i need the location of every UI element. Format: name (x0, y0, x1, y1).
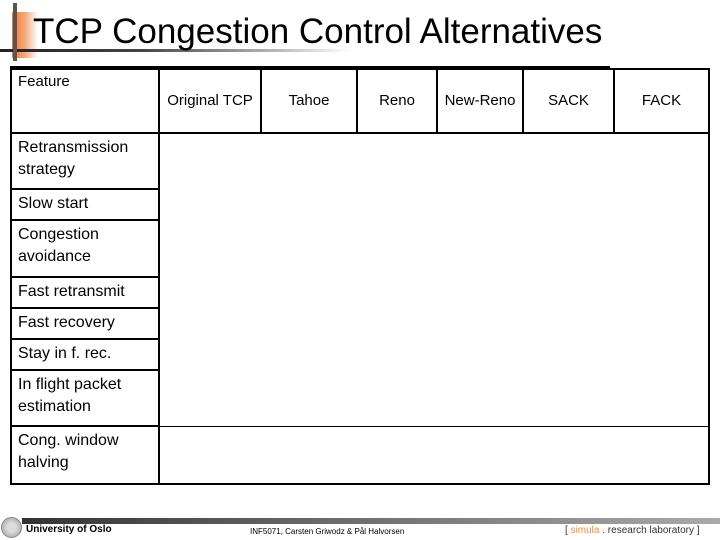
lab-rest: . research laboratory ] (599, 525, 700, 536)
footer-lab-logo: [ simula . research laboratory ] (565, 525, 700, 536)
column-header-sack: SACK (548, 92, 589, 109)
slide-title: TCP Congestion Control Alternatives (33, 12, 603, 51)
row-label-in-flight-packet-estimation: In flight packet estimation (12, 374, 121, 418)
row-separator (10, 219, 160, 221)
row-label-stay-in-fast-recovery: Stay in f. rec. (18, 345, 112, 362)
footer-university: University of Oslo (26, 524, 112, 535)
column-header-new-reno: New-Reno (444, 92, 516, 109)
row-label-line: strategy (18, 161, 75, 178)
lab-brand: simula (570, 525, 600, 536)
row-separator (10, 425, 160, 427)
title-vertical-bar (13, 3, 17, 61)
corner-label: Feature (18, 73, 70, 90)
table-bottom-border (10, 483, 710, 485)
last-row-separator (158, 426, 710, 427)
row-label-fast-recovery: Fast recovery (18, 314, 115, 331)
column-header-fack: FACK (641, 92, 682, 109)
row-label-line: estimation (18, 398, 91, 415)
row-label-retransmission-strategy: Retransmission strategy (12, 137, 128, 181)
footer-credit: INF5071, Carsten Griwodz & Pål Halvorsen (250, 527, 405, 536)
row-label-slow-start: Slow start (18, 195, 89, 212)
row-label-line: halving (18, 454, 69, 471)
column-header-tahoe: Tahoe (288, 92, 330, 109)
column-header-reno: Reno (379, 92, 415, 109)
row-label-line: In flight packet (18, 376, 122, 393)
row-label-fast-retransmit: Fast retransmit (18, 283, 125, 300)
row-separator (10, 307, 160, 309)
column-header-original-tcp: Original TCP (167, 92, 253, 109)
row-separator (10, 188, 160, 190)
table-right-border (708, 68, 710, 485)
university-seal-icon (1, 517, 22, 538)
row-label-congestion-avoidance: Congestion avoidance (12, 224, 99, 268)
row-label-line: Congestion (18, 226, 99, 243)
row-label-line: Retransmission (18, 139, 129, 156)
row-separator (10, 338, 160, 340)
row-label-line: Cong. window (18, 432, 119, 449)
row-separator (10, 276, 160, 278)
row-label-cong-window-halving: Cong. window halving (12, 430, 119, 474)
footer-bar (22, 518, 720, 524)
row-separator (10, 369, 160, 371)
row-label-line: avoidance (18, 248, 91, 265)
